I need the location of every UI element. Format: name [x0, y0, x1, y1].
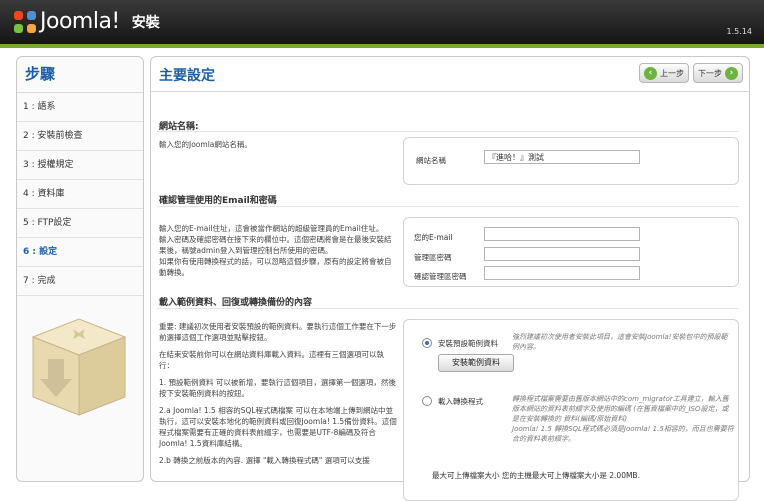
step-database: 4 : 資料庫	[17, 180, 143, 209]
admin-desc-2: 輸入密碼及確認密碼在接下來的欄位中。這個密碼將會是在最後安裝結果後，稱號admi…	[159, 235, 392, 255]
step-ftp: 5 : FTP設定	[17, 209, 143, 238]
next-label: 下一步	[698, 68, 722, 78]
admin-desc-3: 如果你有使用轉換程式的話，可以忽略這個步驟，原有的設定將會被自動轉換。	[159, 257, 392, 277]
sample-desc-2: 在結束安裝前你可以在網站資料庫載入資料。這裡有三個選項可以執行：	[159, 350, 384, 370]
section-divider	[157, 131, 739, 132]
installer-title: 安裝	[131, 14, 160, 31]
header-divider	[151, 91, 749, 92]
page-title: 主要設定	[159, 68, 215, 84]
confirm-password-input[interactable]	[484, 266, 640, 280]
site-name-label: 網站名稱	[416, 156, 446, 165]
section-divider	[157, 308, 739, 309]
joomla-logo-icon	[14, 10, 36, 33]
sample-data-form: 安裝預設範例資料 強烈建議初次使用者安裝此項目，這會安裝Joomla!安裝包中的…	[403, 319, 739, 501]
confirm-password-label: 確認管理區密碼	[414, 272, 467, 281]
sample-description: 重要: 建議初次使用者安裝預設的範例資料。要執行這個工作要在下一步前選擇這個工作…	[159, 321, 397, 466]
site-name-form: 網站名稱 『進哈！』測試	[403, 137, 739, 185]
previous-label: 上一步	[660, 68, 684, 78]
step-language: 1 : 語系	[17, 93, 143, 122]
brand-name: Joomla!	[40, 9, 120, 34]
header-bar: Joomla! 安裝 1.5.14	[0, 0, 764, 48]
step-configuration: 6 : 設定	[17, 238, 143, 267]
step-navigation: ‹ 上一步 下一步 ›	[639, 63, 743, 83]
joomla-logo: Joomla! 安裝	[14, 9, 160, 34]
sidebar-title: 步驟	[17, 57, 143, 93]
load-migration-label: 載入轉換程式	[438, 397, 483, 406]
migration-desc-2: Joomla! 1.5 轉換SQL程式碼必須是Joomla! 1.5相容的，而且…	[512, 425, 734, 443]
sample-desc-4: 2.a Joomla! 1.5 相容的SQL程式碼檔案 可以在本地端上傳到網站中…	[159, 406, 397, 448]
sample-desc-1: 重要: 建議初次使用者安裝預設的範例資料。要執行這個工作要在下一步前選擇這個工作…	[159, 322, 397, 342]
install-sample-description: 強烈建議初次使用者安裝此項目，這會安裝Joomla!安裝包中的預設範例內容。	[512, 333, 728, 351]
load-migration-radio[interactable]	[422, 396, 432, 406]
steps-sidebar: 步驟 1 : 語系 2 : 安裝前檢查 3 : 授權規定 4 : 資料庫 5 :…	[16, 56, 144, 482]
arrow-left-icon: ‹	[644, 66, 657, 80]
admin-form: 您的E-mail 管理區密碼 確認管理區密碼	[403, 217, 739, 287]
migration-desc-1: 轉換程式檔案需要由舊版本網站中的com_migrator工具建立，輸入舊版本網站…	[512, 395, 729, 423]
install-sample-label: 安裝預設範例資料	[438, 339, 498, 348]
sample-desc-3: 1. 預設範例資料 可以被新增，要執行這個項目，選擇第一個選項，然後按下安裝範例…	[159, 378, 396, 398]
admin-description: 輸入您的E-mail住址，這會被當作網站的超級管理員的Email住址。 輸入密碼…	[159, 223, 397, 278]
arrow-right-icon: ›	[725, 66, 738, 80]
load-migration-description: 轉換程式檔案需要由舊版本網站中的com_migrator工具建立，輸入舊版本網站…	[512, 394, 734, 444]
email-input[interactable]	[484, 227, 640, 241]
email-label: 您的E-mail	[414, 233, 453, 242]
main-panel: 主要設定 ‹ 上一步 下一步 › 網站名稱: 輸入您的Joomla網站名稱。 網…	[150, 56, 750, 501]
install-sample-radio[interactable]	[422, 338, 432, 348]
section-divider	[157, 206, 739, 207]
admin-heading: 確認管理使用的Email和密碼	[159, 196, 277, 206]
password-input[interactable]	[484, 247, 640, 261]
password-label: 管理區密碼	[414, 253, 452, 262]
install-box-icon	[31, 318, 127, 416]
install-sample-button[interactable]: 安裝範例資料	[438, 354, 514, 372]
site-name-description: 輸入您的Joomla網站名稱。	[159, 140, 252, 149]
sample-desc-5: 2.b 轉換之前版本的內容. 選擇 "載入轉換程式碼" 選項可以支援	[159, 456, 370, 465]
step-finish: 7 : 完成	[17, 267, 143, 296]
previous-button[interactable]: ‹ 上一步	[639, 63, 689, 83]
admin-desc-1: 輸入您的E-mail住址，這會被當作網站的超級管理員的Email住址。	[159, 224, 384, 233]
step-license: 3 : 授權規定	[17, 151, 143, 180]
max-upload-info: 最大可上傳檔案大小 您的主機最大可上傳檔案大小是 2.00MB.	[432, 471, 640, 480]
version-label: 1.5.14	[726, 27, 752, 36]
site-name-input[interactable]: 『進哈！』測試	[484, 150, 640, 164]
next-button[interactable]: 下一步 ›	[693, 63, 743, 83]
sample-data-heading: 載入範例資料、回復或轉換備份的內容	[159, 298, 313, 308]
step-precheck: 2 : 安裝前檢查	[17, 122, 143, 151]
